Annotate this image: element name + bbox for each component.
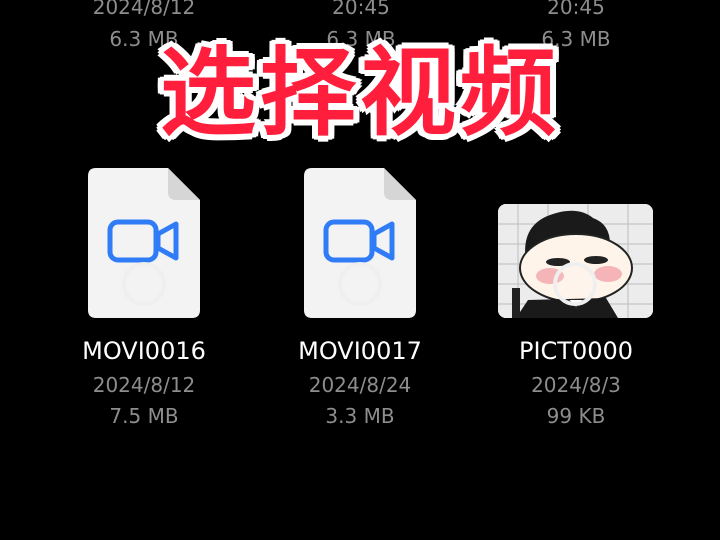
file-size: 3.3 MB [325,404,395,428]
file-time: 20:45 [547,0,605,19]
file-date: 2024/8/24 [308,373,412,397]
file-name: MOVI0017 [298,337,422,365]
file-item-movi0016[interactable]: MOVI0016 2024/8/12 7.5 MB [34,168,254,429]
selection-circle[interactable] [338,262,382,306]
file-time: 20:45 [332,0,390,19]
file-date: 2024/8/12 [92,0,196,19]
image-thumbnail[interactable] [498,204,653,318]
file-name: PICT0000 [518,337,634,365]
file-item-movi0017[interactable]: MOVI0017 2024/8/24 3.3 MB [250,168,470,429]
file-name: MOVI0016 [82,337,206,365]
file-size: 99 KB [546,404,606,428]
file-item-pict0000[interactable]: PICT0000 2024/8/3 99 KB [466,168,686,429]
selection-circle[interactable] [122,262,166,306]
file-thumbnail[interactable] [34,168,254,320]
file-size: 7.5 MB [109,404,179,428]
overlay-caption: 选择视频 [160,37,560,149]
file-date: 2024/8/12 [92,373,196,397]
file-thumbnail[interactable] [466,168,686,320]
file-thumbnail[interactable] [250,168,470,320]
selection-circle[interactable] [553,262,597,306]
file-date: 2024/8/3 [531,373,621,397]
